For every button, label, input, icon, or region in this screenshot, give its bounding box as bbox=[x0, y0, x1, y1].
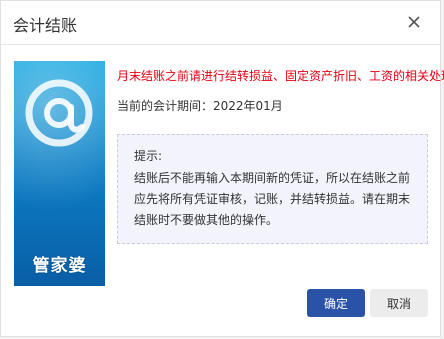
current-period: 当前的会计期间：2022年01月 bbox=[117, 99, 283, 113]
cancel-button[interactable]: 取消 bbox=[370, 289, 428, 317]
brand-banner: 管家婆 bbox=[14, 61, 105, 286]
brand-text: 管家婆 bbox=[32, 256, 87, 276]
hint-title: 提示: bbox=[134, 149, 163, 163]
warning-message: 月末结账之前请进行结转损益、固定资产折旧、工资的相关处理! bbox=[117, 69, 444, 83]
dialog-title: 会计结账 bbox=[13, 16, 78, 35]
close-icon[interactable] bbox=[406, 14, 422, 30]
at-sign-logo-icon bbox=[25, 79, 93, 147]
month-end-closing-dialog: 会计结账 管家婆 月末结账之前请进行结转损益、固定资产折旧、工资的相关处理! 当… bbox=[0, 0, 444, 337]
dialog-titlebar: 会计结账 bbox=[1, 1, 440, 45]
ok-button[interactable]: 确定 bbox=[307, 289, 365, 317]
hint-box: 提示: 结账后不能再输入本期间新的凭证，所以在结账之前应先将所有凭证审核，记账，… bbox=[117, 134, 428, 244]
hint-text: 结账后不能再输入本期间新的凭证，所以在结账之前应先将所有凭证审核，记账，并结转损… bbox=[134, 171, 411, 227]
